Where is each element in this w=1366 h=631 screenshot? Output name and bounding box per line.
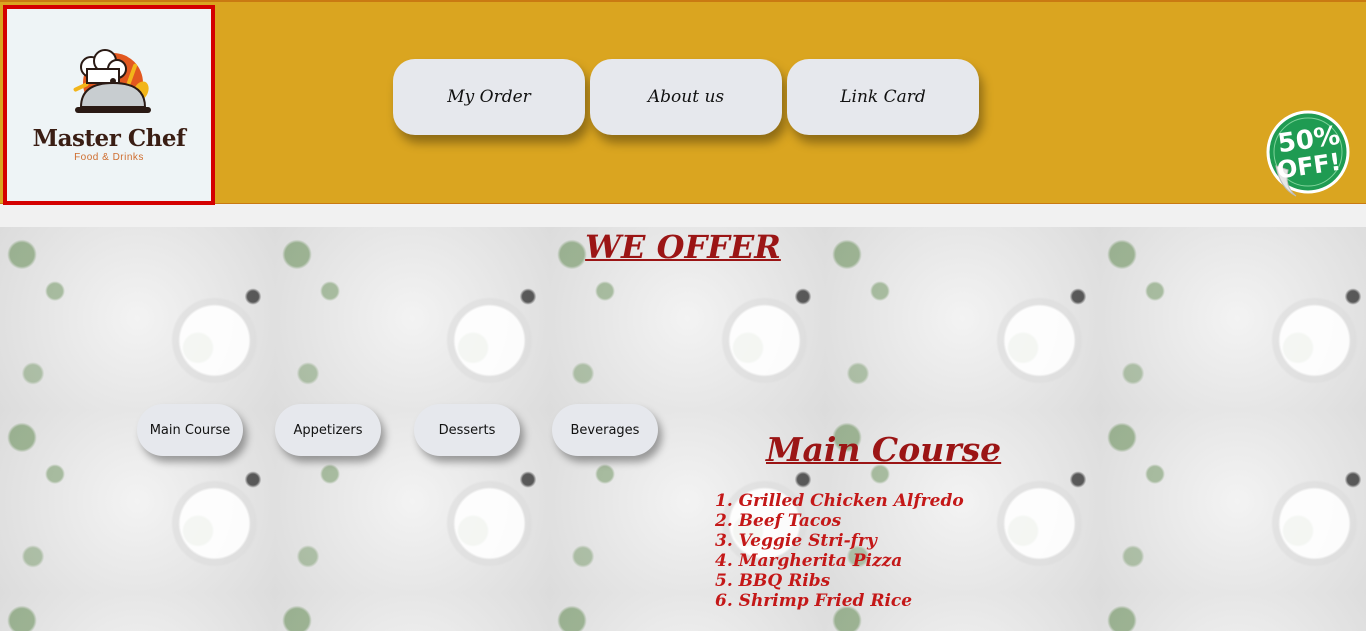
offer-heading: WE OFFER — [585, 228, 781, 266]
chef-hat-cloche-icon — [73, 49, 151, 113]
list-item: 5. BBQ Ribs — [715, 571, 831, 591]
category-beverages-button[interactable]: Beverages — [552, 404, 658, 456]
list-item: 4. Margherita Pizza — [715, 551, 903, 571]
menu-section-title: Main Course — [766, 430, 1002, 469]
nav-about-us-button[interactable]: About us — [590, 59, 782, 135]
brand-tagline: Food & Drinks — [74, 152, 144, 163]
nav-link-card-button[interactable]: Link Card — [787, 59, 979, 135]
category-appetizers-button[interactable]: Appetizers — [275, 404, 381, 456]
menu-list: 1. Grilled Chicken Alfredo 2. Beef Tacos… — [715, 491, 964, 611]
list-item: 2. Beef Tacos — [715, 511, 842, 531]
nav-my-order-button[interactable]: My Order — [393, 59, 585, 135]
logo[interactable]: Master Chef Food & Drinks — [3, 5, 215, 205]
brand-name: Master Chef — [32, 125, 186, 152]
discount-badge: 50% OFF! — [1266, 110, 1350, 197]
list-item: 6. Shrimp Fried Rice — [715, 591, 913, 611]
category-main-course-button[interactable]: Main Course — [137, 404, 243, 456]
list-item: 1. Grilled Chicken Alfredo — [715, 491, 964, 511]
category-desserts-button[interactable]: Desserts — [414, 404, 520, 456]
list-item: 3. Veggie Stri-fry — [715, 531, 877, 551]
site-header: Master Chef Food & Drinks My Order About… — [0, 0, 1366, 205]
